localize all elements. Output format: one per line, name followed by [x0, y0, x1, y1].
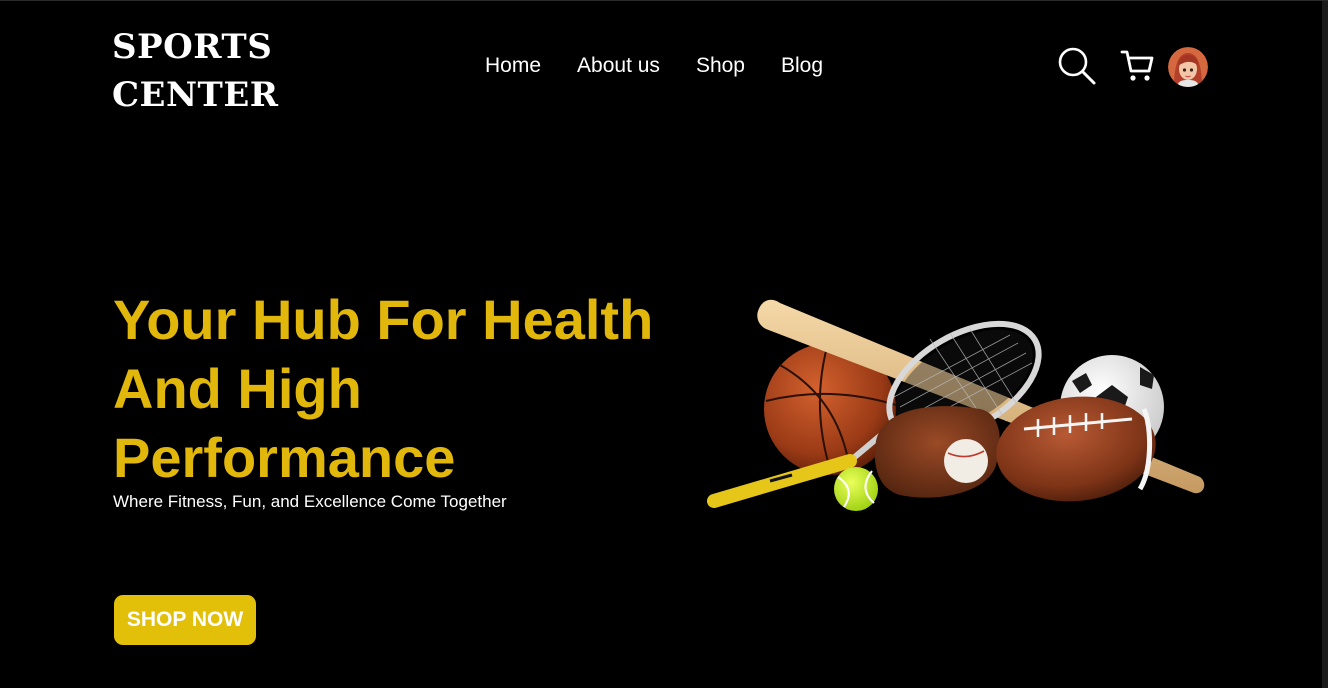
header-actions [1056, 45, 1210, 89]
hero-title-line-1: Your Hub For Health [113, 288, 654, 351]
nav-about-us[interactable]: About us [577, 51, 660, 81]
page-scrollbar[interactable] [1322, 1, 1328, 688]
user-avatar[interactable] [1168, 47, 1208, 87]
nav-home[interactable]: Home [485, 51, 541, 81]
cart-icon [1120, 50, 1154, 81]
hero-title-line-3: Performance [113, 426, 456, 489]
cart-button[interactable] [1120, 47, 1156, 83]
shop-now-button[interactable]: SHOP NOW [114, 595, 256, 645]
page: SPORTS CENTER Home About us Shop Blog Yo… [0, 0, 1328, 688]
site-logo[interactable]: SPORTS CENTER [112, 23, 279, 119]
hero-title-line-2: And High [113, 357, 362, 420]
avatar-icon [1168, 47, 1208, 87]
logo-line-2: CENTER [112, 75, 279, 115]
search-icon [1058, 47, 1096, 85]
sports-equipment-image [707, 299, 1205, 511]
hero-subtitle: Where Fitness, Fun, and Excellence Come … [113, 492, 507, 511]
tennis-ball [834, 467, 878, 511]
search-button[interactable] [1056, 45, 1098, 87]
nav-shop[interactable]: Shop [696, 51, 745, 81]
main-nav: Home About us Shop Blog [485, 51, 823, 81]
logo-line-1: SPORTS [112, 27, 273, 67]
hero-title: Your Hub For Health And High Performance [113, 285, 693, 492]
baseball-glove [874, 406, 1000, 498]
nav-blog[interactable]: Blog [781, 51, 823, 81]
